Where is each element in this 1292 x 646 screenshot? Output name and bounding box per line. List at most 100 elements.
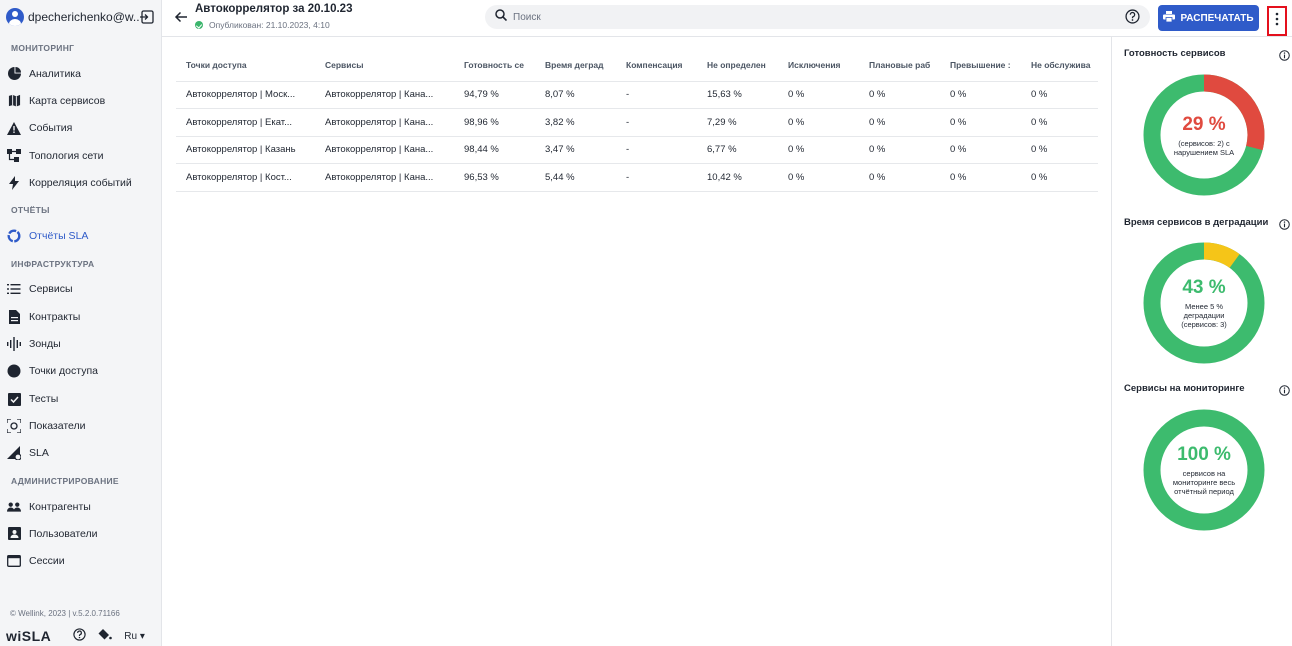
donut-value: 43 % [1182,277,1226,298]
donut-caption: Менее 5 % деградации (сервисов: 3) [1181,302,1227,329]
sidebar-item-metrics[interactable]: Показатели [0,412,161,439]
user-name[interactable]: dpecherichenko@w... [28,10,139,24]
column-header[interactable]: Превышение : [940,50,1021,82]
sidebar-item-users[interactable]: Пользователи [0,520,161,547]
table-row[interactable]: Автокоррелятор | Кост... Автокоррелятор … [176,163,1098,192]
language-select[interactable]: Ru ▾ [124,631,145,642]
sidebar-item-label: SLA [29,447,49,460]
chevron-down-icon: ▾ [139,630,145,642]
column-header[interactable]: Компенсация [616,50,697,82]
table-cell: 94,79 % [454,81,535,109]
back-arrow-icon[interactable] [174,10,188,24]
search-bar[interactable] [485,5,1150,29]
table-row[interactable]: Автокоррелятор | Моск... Автокоррелятор … [176,81,1098,109]
logout-icon[interactable] [139,9,155,25]
sidebar-item-label: Тесты [29,392,59,405]
column-header[interactable]: Сервисы [315,50,454,82]
table-cell: 3,82 % [535,108,616,137]
sidebar-item-tests[interactable]: Тесты [0,385,161,412]
column-header[interactable]: Плановые раб [859,50,940,82]
section-reports: ОТЧЁТЫ [11,205,50,216]
more-vertical-icon [1275,12,1279,31]
info-icon[interactable] [1279,48,1290,61]
table-cell: 0 % [1021,163,1098,192]
sidebar-item-label: Контрагенты [29,500,91,513]
table-cell: - [616,163,697,192]
sidebar-item-contracts[interactable]: Контракты [0,303,161,330]
print-button[interactable]: РАСПЕЧАТАТЬ [1158,5,1259,31]
table-cell: Автокоррелятор | Кана... [315,136,454,164]
search-input[interactable] [513,11,1140,23]
sidebar-item-service-map[interactable]: Карта сервисов [0,87,161,114]
help-icon[interactable] [1125,9,1140,24]
avatar[interactable] [6,8,24,26]
sidebar-item-label: Показатели [29,419,86,432]
sidebar-item-access-points[interactable]: Точки доступа [0,358,161,385]
table-header-row: Точки доступа Сервисы Готовность се Врем… [176,50,1098,82]
column-header[interactable]: Исключения [778,50,859,82]
table-cell: 0 % [859,163,940,192]
sla-report-icon [7,229,21,243]
table-cell: Автокоррелятор | Кана... [315,163,454,192]
table-cell: 0 % [1021,108,1098,137]
table-cell: 7,29 % [697,108,778,137]
widget-title: Готовность сервисов [1124,48,1226,59]
sidebar-item-sessions[interactable]: Сессии [0,547,161,574]
group-icon [7,500,21,514]
info-icon[interactable] [1279,383,1290,396]
table-row[interactable]: Автокоррелятор | Екат... Автокоррелятор … [176,108,1098,137]
sidebar-item-label: Отчёты SLA [29,230,89,243]
table-cell: 5,44 % [535,163,616,192]
publish-status: Опубликован: 21.10.2023, 4:10 [195,20,330,30]
sidebar-item-label: Карта сервисов [29,94,106,107]
summary-panel: Готовность сервисов 29 % (сервисов: 2) с… [1111,37,1292,646]
table-cell: 0 % [859,108,940,137]
sidebar-item-label: Корреляция событий [29,176,132,189]
column-header[interactable]: Не обслужива [1021,50,1098,82]
sidebar-item-label: Топология сети [29,149,104,162]
table-cell: - [616,81,697,109]
sidebar-item-services[interactable]: Сервисы [0,276,161,303]
monitoring-donut: 100 % сервисов на мониторинге весь отчёт… [1142,408,1266,532]
probe-icon [7,337,21,352]
table-cell: 0 % [940,136,1021,164]
check-circle-icon [195,21,203,29]
sidebar-item-label: Сессии [29,555,65,568]
printer-icon [1163,11,1176,25]
sidebar-item-label: Сервисы [29,283,73,296]
sidebar-item-analytics[interactable]: Аналитика [0,60,161,87]
table-cell: 0 % [778,108,859,137]
report-table: Точки доступа Сервисы Готовность се Врем… [176,50,1098,192]
user-block[interactable]: dpecherichenko@w... [0,0,161,34]
test-icon [7,392,21,406]
sidebar-item-sla[interactable]: SLA [0,440,161,467]
sidebar-item-label: Контракты [29,310,81,323]
table-row[interactable]: Автокоррелятор | Казань Автокоррелятор |… [176,136,1098,164]
sidebar-item-counterparties[interactable]: Контрагенты [0,493,161,520]
info-icon[interactable] [1279,217,1290,230]
topology-icon [7,149,21,163]
sidebar-item-events[interactable]: События [0,115,161,142]
more-options-button[interactable] [1267,6,1287,36]
sidebar-item-topology[interactable]: Топология сети [0,142,161,169]
sidebar-item-sla-reports[interactable]: Отчёты SLA [0,222,161,249]
copyright: © Wellink, 2023 | v.5.2.0.71166 [10,609,120,618]
column-header[interactable]: Точки доступа [176,50,315,82]
map-icon [7,94,21,108]
table-cell: 8,07 % [535,81,616,109]
warning-icon [7,121,21,135]
table-cell: 0 % [1021,81,1098,109]
help-icon[interactable] [73,628,86,644]
table-cell: 0 % [940,81,1021,109]
degradation-donut: 43 % Менее 5 % деградации (сервисов: 3) [1142,241,1266,365]
table-cell: 6,77 % [697,136,778,164]
column-header[interactable]: Готовность се [454,50,535,82]
sidebar-item-correlation[interactable]: Корреляция событий [0,169,161,196]
donut-center: 29 % (сервисов: 2) с нарушением SLA [1142,73,1266,197]
page-title: Автокоррелятор за 20.10.23 [195,3,353,15]
paint-bucket-icon[interactable] [98,628,113,644]
table-cell: 0 % [778,136,859,164]
sidebar-item-probes[interactable]: Зонды [0,330,161,357]
column-header[interactable]: Не определен [697,50,778,82]
column-header[interactable]: Время деград [535,50,616,82]
